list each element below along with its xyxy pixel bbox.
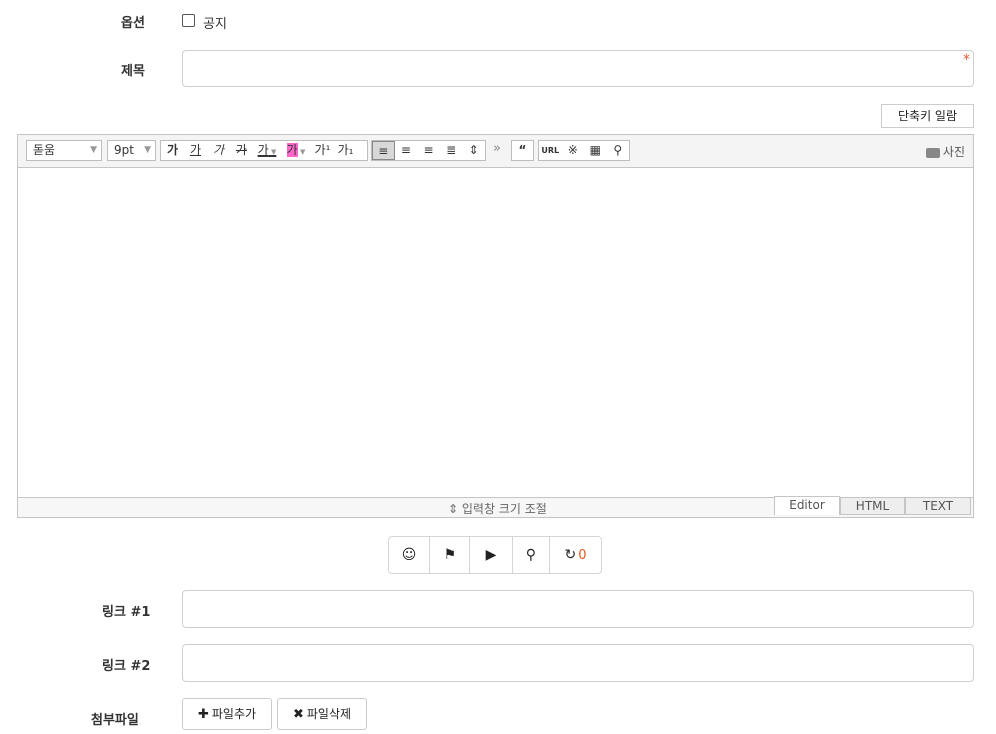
font-family-value: 돋움 — [33, 143, 56, 157]
media-toolbar: ☺ ⚑ ▶ ⚲ ↻ 0 — [388, 536, 602, 574]
link1-label: 링크 #1 — [102, 605, 151, 620]
font-color-glyph: 가 — [257, 143, 269, 157]
add-file-button[interactable]: ✚ 파일추가 — [182, 698, 272, 730]
tab-editor[interactable]: Editor — [774, 496, 840, 515]
more-tools-icon[interactable]: » — [493, 141, 501, 156]
resize-text: 입력창 크기 조절 — [461, 502, 547, 516]
title-input[interactable]: * — [182, 50, 974, 87]
font-size-value: 9pt — [114, 143, 134, 157]
link1-input[interactable] — [182, 590, 974, 628]
chevron-down-icon: ▼ — [90, 145, 97, 155]
options-label: 옵션 — [121, 16, 145, 31]
align-left-icon[interactable]: ≡ — [372, 141, 395, 160]
attachments-label: 첨부파일 — [91, 713, 139, 728]
link2-input[interactable] — [182, 644, 974, 682]
quote-group: “ — [511, 140, 534, 161]
refresh-button[interactable]: ↻ 0 — [550, 537, 601, 573]
text-format-group: 가 가 가 가 가 ▼ 가 ▼ 가¹ 가₁ — [160, 140, 368, 161]
chevron-down-icon: ▼ — [268, 148, 277, 156]
photo-button[interactable]: 사진 — [925, 143, 965, 160]
special-char-button[interactable]: ※ — [562, 141, 585, 160]
search-icon[interactable]: ⚲ — [607, 141, 630, 160]
youtube-icon[interactable]: ▶ — [470, 537, 513, 573]
subscript-button[interactable]: 가₁ — [334, 141, 357, 160]
font-family-select[interactable]: 돋움 ▼ — [26, 140, 102, 161]
delete-file-button[interactable]: ✖ 파일삭제 — [277, 698, 367, 730]
align-center-icon[interactable]: ≡ — [395, 141, 418, 160]
line-height-icon[interactable]: ⇕ — [462, 141, 485, 160]
align-group: ≡ ≡ ≡ ≣ ⇕ — [371, 140, 486, 161]
notice-checkbox[interactable] — [182, 14, 195, 27]
align-justify-icon[interactable]: ≣ — [440, 141, 463, 160]
resize-icon: ⇕ — [448, 502, 462, 516]
plus-icon: ✚ — [197, 707, 209, 722]
shortcut-list-button[interactable]: 단축키 일람 — [881, 104, 974, 128]
photo-label: 사진 — [942, 145, 965, 159]
superscript-button[interactable]: 가¹ — [311, 141, 334, 160]
highlight-glyph: 가 — [286, 143, 298, 157]
camera-icon — [925, 147, 940, 158]
align-right-icon[interactable]: ≡ — [417, 141, 440, 160]
close-icon: ✖ — [292, 707, 304, 722]
font-size-select[interactable]: 9pt ▼ — [107, 140, 156, 161]
italic-button[interactable]: 가 — [207, 141, 230, 160]
editor-toolbar: 돋움 ▼ 9pt ▼ 가 가 가 가 가 ▼ 가 ▼ 가¹ 가₁ ≡ ≡ ≡ ≣ ⇕… — [18, 135, 973, 168]
highlight-color-button[interactable]: 가 ▼ — [281, 141, 311, 160]
strikethrough-button[interactable]: 가 — [230, 141, 253, 160]
rich-text-editor: 돋움 ▼ 9pt ▼ 가 가 가 가 가 ▼ 가 ▼ 가¹ 가₁ ≡ ≡ ≡ ≣ ⇕… — [17, 134, 974, 518]
title-label: 제목 — [121, 64, 145, 79]
refresh-icon: ↻ — [564, 547, 577, 563]
add-file-label: 파일추가 — [211, 707, 257, 721]
emoticon-icon[interactable]: ☺ — [389, 537, 431, 573]
resize-label: ⇕ 입력창 크기 조절 — [448, 500, 547, 517]
chevron-down-icon: ▼ — [144, 145, 151, 155]
font-color-button[interactable]: 가 ▼ — [253, 141, 281, 160]
underline-button[interactable]: 가 — [184, 141, 207, 160]
chevron-down-icon: ▼ — [297, 148, 306, 156]
insert-group: URL ※ ▦ ⚲ — [538, 140, 630, 161]
required-mark: * — [963, 52, 970, 68]
notice-label: 공지 — [203, 17, 227, 32]
tab-text[interactable]: TEXT — [905, 497, 971, 515]
bold-button[interactable]: 가 — [161, 141, 184, 160]
url-link-button[interactable]: URL — [539, 141, 562, 160]
blockquote-button[interactable]: “ — [512, 141, 533, 160]
refresh-count: 0 — [578, 547, 587, 563]
table-icon[interactable]: ▦ — [584, 141, 607, 160]
map-pin-icon[interactable]: ⚲ — [513, 537, 550, 573]
delete-file-label: 파일삭제 — [306, 707, 352, 721]
flag-icon[interactable]: ⚑ — [430, 537, 471, 573]
editor-resize-bar[interactable]: ⇕ 입력창 크기 조절 Editor HTML TEXT — [18, 496, 973, 517]
tab-html[interactable]: HTML — [840, 497, 905, 515]
link2-label: 링크 #2 — [102, 659, 151, 674]
